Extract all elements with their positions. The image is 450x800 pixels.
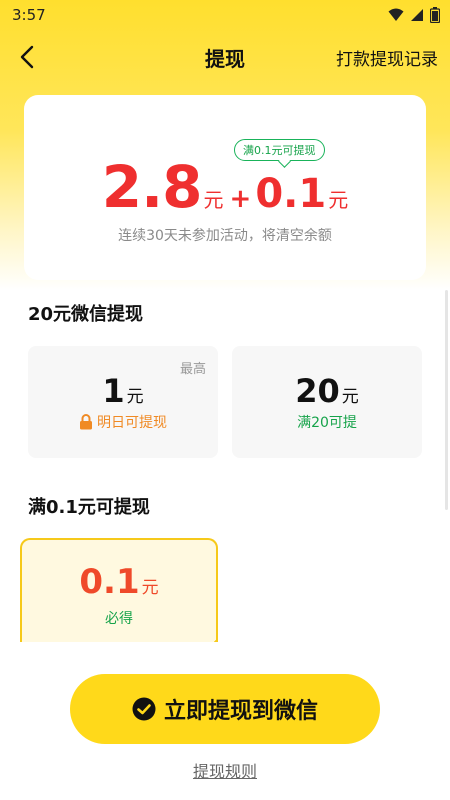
option-unit: 元 xyxy=(141,578,159,598)
balance-unit: 元 xyxy=(203,188,224,212)
option-note: 满20可提 xyxy=(232,412,422,432)
option-value: 0.1 元 xyxy=(22,562,216,602)
balance-amount: 2.8 xyxy=(101,153,203,221)
plus-sign: + xyxy=(229,184,252,214)
lock-icon xyxy=(80,414,92,430)
signal-icon xyxy=(411,9,423,21)
option-amount: 1 xyxy=(102,372,125,410)
withdraw-option-1[interactable]: 最高 1元 明日可提现 xyxy=(28,346,218,458)
withdraw-option-20[interactable]: 20 元 满20可提 xyxy=(232,346,422,458)
wechat-pay-icon xyxy=(132,697,156,721)
balance-expiry-note: 连续30天未参加活动，将清空余额 xyxy=(118,228,332,244)
status-icons xyxy=(388,7,440,23)
back-button[interactable] xyxy=(14,42,44,72)
option-amount: 0.1 xyxy=(79,562,140,602)
wechat-section-title: 20元微信提现 xyxy=(28,304,144,325)
option-unit: 元 xyxy=(126,387,144,407)
option-note: 必得 xyxy=(105,611,133,627)
min-section-title: 满0.1元可提现 xyxy=(28,497,150,518)
option-unit: 元 xyxy=(341,387,359,407)
option-note: 明日可提现 xyxy=(28,412,218,432)
balance-card: 满0.1元可提现 2.8 元 + 0.1 元 连续30天未参加活动，将清空余额 xyxy=(24,95,426,280)
option-amount: 20 xyxy=(295,372,340,410)
withdraw-option-0-1-selected[interactable]: 0.1 元 必得 xyxy=(20,538,218,658)
bonus-unit: 元 xyxy=(328,188,349,212)
status-time: 3:57 xyxy=(12,6,46,24)
wifi-icon xyxy=(388,8,404,21)
option-value: 1元 xyxy=(28,372,218,410)
option-note-text: 满20可提 xyxy=(297,415,357,431)
chevron-left-icon xyxy=(20,45,34,69)
bonus-amount: 0.1 xyxy=(255,171,327,217)
battery-icon xyxy=(430,7,440,23)
withdraw-to-wechat-button[interactable]: 立即提现到微信 xyxy=(70,674,380,744)
page-title: 提现 xyxy=(205,46,245,71)
withdraw-button-label: 立即提现到微信 xyxy=(163,699,318,724)
status-bar: 3:57 xyxy=(0,0,450,30)
scrollbar[interactable] xyxy=(445,290,448,510)
withdraw-records-link[interactable]: 打款提现记录 xyxy=(336,45,438,70)
withdraw-rules-link[interactable]: 提现规则 xyxy=(0,758,450,782)
option-note-text: 明日可提现 xyxy=(97,415,167,431)
option-value: 20 元 xyxy=(232,372,422,410)
balance-amount-row: 2.8 元 + 0.1 元 xyxy=(24,153,426,221)
nav-bar: 提现 打款提现记录 xyxy=(0,34,450,80)
